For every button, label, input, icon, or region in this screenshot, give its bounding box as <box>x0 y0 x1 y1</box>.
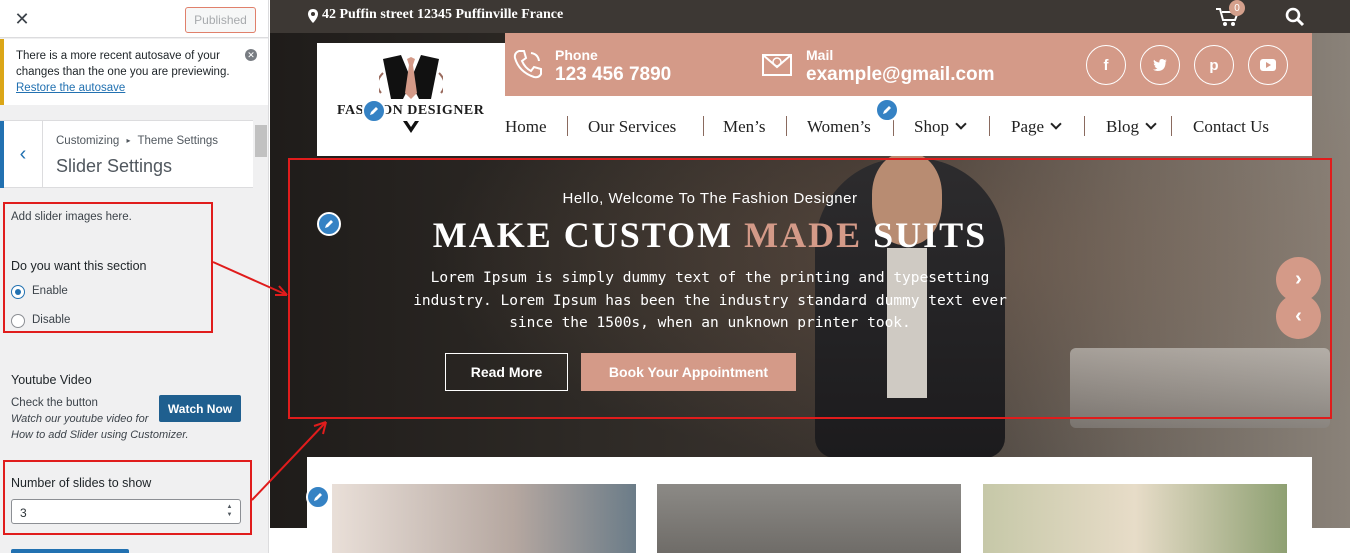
annotation-arrow <box>251 421 327 501</box>
annotation-arrow <box>212 261 288 296</box>
annotation-arrows <box>212 261 327 501</box>
